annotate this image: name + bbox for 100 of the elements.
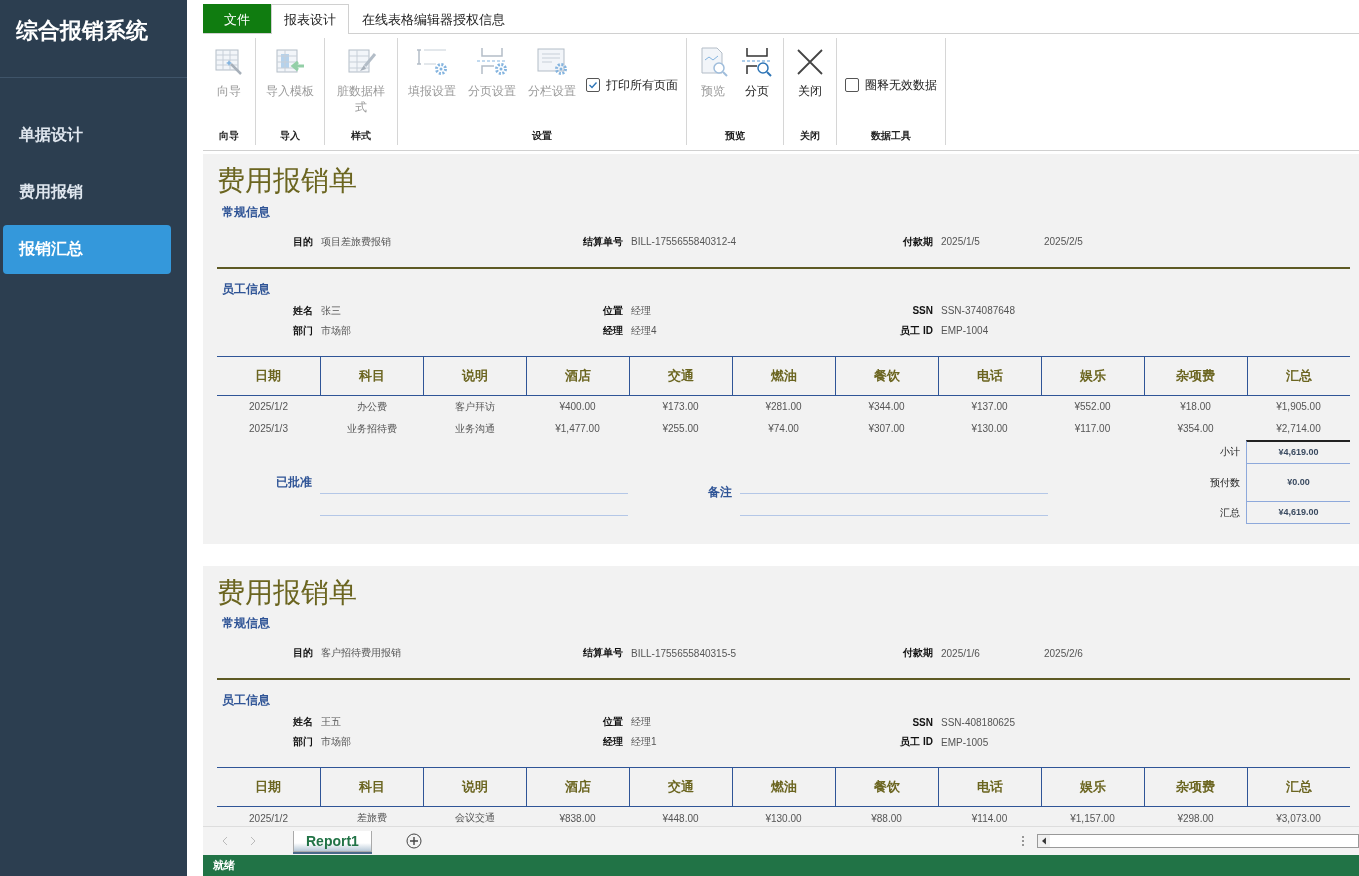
- table-cell-text: ¥307.00: [867, 422, 906, 437]
- column-header: 汇总: [1247, 767, 1350, 807]
- sidebar-item[interactable]: 费用报销: [3, 168, 171, 217]
- column-header: 科目: [320, 356, 423, 396]
- column-header: 杂项费: [1144, 356, 1247, 396]
- add-icon[interactable]: [405, 833, 422, 849]
- table-cell: ¥130.00: [732, 806, 835, 826]
- field-value: BILL-1755655840315-5: [631, 647, 737, 659]
- field-label: 部门: [292, 323, 313, 338]
- field-value: 2025/1/6: [941, 647, 981, 659]
- table-cell: ¥137.00: [938, 395, 1041, 418]
- total-label: 小计: [1219, 444, 1241, 459]
- sidebar-item[interactable]: 报销汇总: [3, 225, 171, 274]
- total-label: 预付数: [1209, 475, 1241, 490]
- ribbon-button[interactable]: 关闭: [788, 38, 832, 129]
- notes-label: 备注: [707, 483, 732, 501]
- column-header: 科目: [320, 767, 423, 807]
- report-title: 费用报销单: [217, 164, 358, 198]
- field-label: 目的: [292, 234, 313, 249]
- sheet-tab[interactable]: Report1: [293, 830, 372, 852]
- table-cell: ¥448.00: [629, 806, 732, 826]
- file-menu-tab[interactable]: 文件: [203, 4, 271, 33]
- field-value: EMP-1004: [941, 325, 990, 337]
- signature-line[interactable]: [320, 514, 628, 516]
- group-label: 数据工具: [870, 129, 912, 143]
- column-header: 说明: [423, 767, 526, 807]
- column-header: 杂项费: [1144, 767, 1247, 807]
- column-header: 娱乐: [1041, 767, 1144, 807]
- checkbox-option[interactable]: 打印所有页面: [582, 76, 682, 94]
- table-cell: ¥1,157.00: [1041, 806, 1144, 826]
- field-value: 2025/2/6: [1044, 647, 1084, 659]
- sidebar-item[interactable]: 单据设计: [3, 111, 171, 160]
- check-icon: [588, 80, 598, 90]
- field-value: 项目差旅费报销: [321, 234, 392, 249]
- table-cell: 客户拜访: [423, 395, 526, 418]
- table-cell-text: 2025/1/3: [248, 422, 289, 437]
- table-cell: 会议交通: [423, 806, 526, 826]
- checkbox[interactable]: [586, 78, 600, 92]
- total-value: ¥4,619.00: [1246, 439, 1350, 464]
- text-cursor-gear-icon: [416, 46, 448, 78]
- field-value: SSN-374087648: [941, 305, 1016, 317]
- column-header: 日期: [217, 767, 320, 807]
- field-label: 姓名: [292, 303, 313, 318]
- field-value: EMP-1005: [941, 736, 990, 748]
- table-cell: ¥298.00: [1144, 806, 1247, 826]
- horizontal-scrollbar[interactable]: [1037, 834, 1359, 848]
- field-value: 客户招待费用报销: [321, 646, 402, 661]
- table-cell: ¥400.00: [526, 395, 629, 418]
- column-header: 交通: [629, 767, 732, 807]
- ribbon-button[interactable]: 分页: [735, 38, 779, 129]
- table-cell: ¥173.00: [629, 395, 732, 418]
- signature-line[interactable]: [320, 492, 628, 494]
- field-label: 位置: [602, 715, 623, 730]
- column-header: 餐饮: [835, 767, 938, 807]
- section-heading: 员工信息: [222, 692, 271, 710]
- field-value: 市场部: [321, 323, 352, 338]
- approved-label: 已批准: [275, 473, 312, 491]
- table-cell: ¥3,073.00: [1247, 806, 1350, 826]
- more-icon[interactable]: [1021, 835, 1025, 847]
- field-label: 姓名: [292, 715, 313, 730]
- field-label: 结算单号: [582, 234, 623, 249]
- field-label: 经理: [602, 323, 623, 338]
- checkbox[interactable]: [845, 78, 859, 92]
- notes-line[interactable]: [740, 492, 1048, 494]
- table-cell-text: ¥117.00: [1073, 422, 1112, 437]
- field-label: SSN: [911, 716, 933, 728]
- column-header: 交通: [629, 356, 732, 396]
- field-value: 经理: [631, 303, 652, 318]
- field-label: 经理: [602, 735, 623, 750]
- table-cell: ¥114.00: [938, 806, 1041, 826]
- page-break-search-icon: [741, 46, 773, 78]
- table-cell: 差旅费: [320, 806, 423, 826]
- group-label: 导入: [279, 129, 301, 143]
- column-header: 日期: [217, 356, 320, 396]
- column-header: 娱乐: [1041, 356, 1144, 396]
- column-header: 汇总: [1247, 356, 1350, 396]
- field-label: 员工 ID: [899, 735, 933, 750]
- notes-line[interactable]: [740, 514, 1048, 516]
- field-value: 经理1: [631, 735, 658, 750]
- table-cell: ¥88.00: [835, 806, 938, 826]
- checkbox-option[interactable]: 圈释无效数据: [841, 76, 941, 94]
- field-label: 员工 ID: [899, 323, 933, 338]
- table-cell-text: ¥255.00: [661, 422, 700, 437]
- column-header: 燃油: [732, 767, 835, 807]
- section-heading: 常规信息: [222, 615, 271, 633]
- status-text: 就绪: [203, 855, 1359, 876]
- column-header: 酒店: [526, 356, 629, 396]
- ribbon-tab[interactable]: 在线表格编辑器授权信息: [349, 4, 518, 33]
- field-value: BILL-1755655840312-4: [631, 236, 737, 248]
- table-cell-text: ¥74.00: [767, 422, 800, 437]
- group-label: 样式: [350, 129, 372, 143]
- total-value: ¥4,619.00: [1246, 501, 1350, 524]
- page-break-gear-icon: [476, 46, 508, 78]
- column-header: 燃油: [732, 356, 835, 396]
- column-header: 电话: [938, 767, 1041, 807]
- field-label: SSN: [911, 305, 933, 317]
- ribbon-tab[interactable]: 报表设计: [271, 4, 349, 34]
- field-value: 经理: [631, 715, 652, 730]
- field-value: 经理4: [631, 323, 658, 338]
- column-header: 说明: [423, 356, 526, 396]
